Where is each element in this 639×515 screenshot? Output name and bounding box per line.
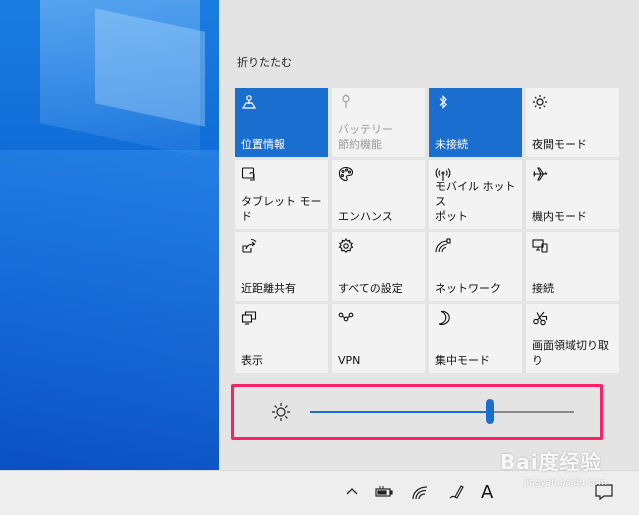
tile-tablet-mode[interactable]: タブレット モード	[235, 160, 328, 229]
vpn-icon	[338, 310, 354, 326]
palette-icon	[338, 166, 354, 182]
location-icon	[241, 94, 257, 110]
tile-label: 集中モード	[435, 354, 490, 367]
tile-project[interactable]: 表示	[235, 304, 328, 373]
tile-label: 位置情報	[241, 138, 285, 151]
tile-network[interactable]: ネットワーク	[429, 232, 522, 301]
pen-icon[interactable]	[446, 483, 468, 503]
brightness-icon	[270, 401, 292, 423]
brightness-slider[interactable]	[310, 399, 574, 424]
airplane-icon	[532, 166, 548, 182]
battery-saver-icon	[338, 94, 354, 110]
tile-label: すべての設定	[338, 282, 403, 295]
bluetooth-icon	[435, 94, 451, 110]
network-icon	[435, 238, 451, 254]
tile-nearby-share[interactable]: 近距離共有	[235, 232, 328, 301]
notification-icon[interactable]	[594, 483, 616, 503]
tile-label: 夜間モード	[532, 138, 587, 151]
collapse-link[interactable]: 折りたたむ	[237, 54, 292, 70]
tile-label: 近距離共有	[241, 282, 296, 295]
tile-label: 接続	[532, 282, 554, 295]
tile-vpn[interactable]: VPN	[332, 304, 425, 373]
tile-enhance[interactable]: エンハンス	[332, 160, 425, 229]
tile-label: モバイル ホットス ポット	[435, 180, 516, 223]
wifi-icon[interactable]	[411, 483, 433, 503]
connect-icon	[532, 238, 548, 254]
ime-indicator[interactable]: A	[481, 482, 493, 503]
tablet-mode-icon	[241, 166, 257, 182]
brightness-section	[231, 384, 603, 440]
chevron-up-icon[interactable]	[342, 483, 364, 503]
brightness-slider-thumb[interactable]	[485, 399, 494, 424]
tile-battery-saver[interactable]: バッテリー 節約機能	[332, 88, 425, 157]
tile-night-light[interactable]: 夜間モード	[526, 88, 619, 157]
brightness-slider-fill	[310, 411, 490, 413]
snip-icon	[532, 310, 548, 326]
tile-screen-snip[interactable]: 画面領域切り取 り	[526, 304, 619, 373]
tile-label: エンハンス	[338, 210, 393, 223]
tile-label: 画面領域切り取 り	[532, 339, 609, 367]
tile-label: VPN	[338, 354, 361, 367]
tile-label: バッテリー 節約機能	[338, 123, 393, 151]
tile-label: 機内モード	[532, 210, 587, 223]
tile-bluetooth[interactable]: 未接続	[429, 88, 522, 157]
tile-label: ネットワーク	[435, 282, 501, 295]
battery-icon[interactable]	[374, 483, 396, 503]
taskbar: A	[0, 470, 639, 515]
tile-label: 表示	[241, 354, 263, 367]
project-icon	[241, 310, 257, 326]
quick-actions-grid: 位置情報 バッテリー 節約機能 未接続 夜間モード タブレット モード エンハン…	[235, 88, 619, 373]
tile-label: 未接続	[435, 138, 468, 151]
nearby-share-icon	[241, 238, 257, 254]
gear-icon	[338, 237, 354, 254]
action-center-panel: 折りたたむ 位置情報 バッテリー 節約機能 未接続 夜間モード タブレット モー…	[219, 0, 639, 470]
tile-connect[interactable]: 接続	[526, 232, 619, 301]
moon-icon	[435, 310, 451, 326]
tile-airplane-mode[interactable]: 機内モード	[526, 160, 619, 229]
night-light-icon	[532, 94, 548, 110]
desktop-wallpaper	[0, 0, 219, 470]
tile-focus-assist[interactable]: 集中モード	[429, 304, 522, 373]
tile-location[interactable]: 位置情報	[235, 88, 328, 157]
tile-label: タブレット モード	[241, 195, 322, 223]
tile-all-settings[interactable]: すべての設定	[332, 232, 425, 301]
tile-mobile-hotspot[interactable]: モバイル ホットス ポット	[429, 160, 522, 229]
